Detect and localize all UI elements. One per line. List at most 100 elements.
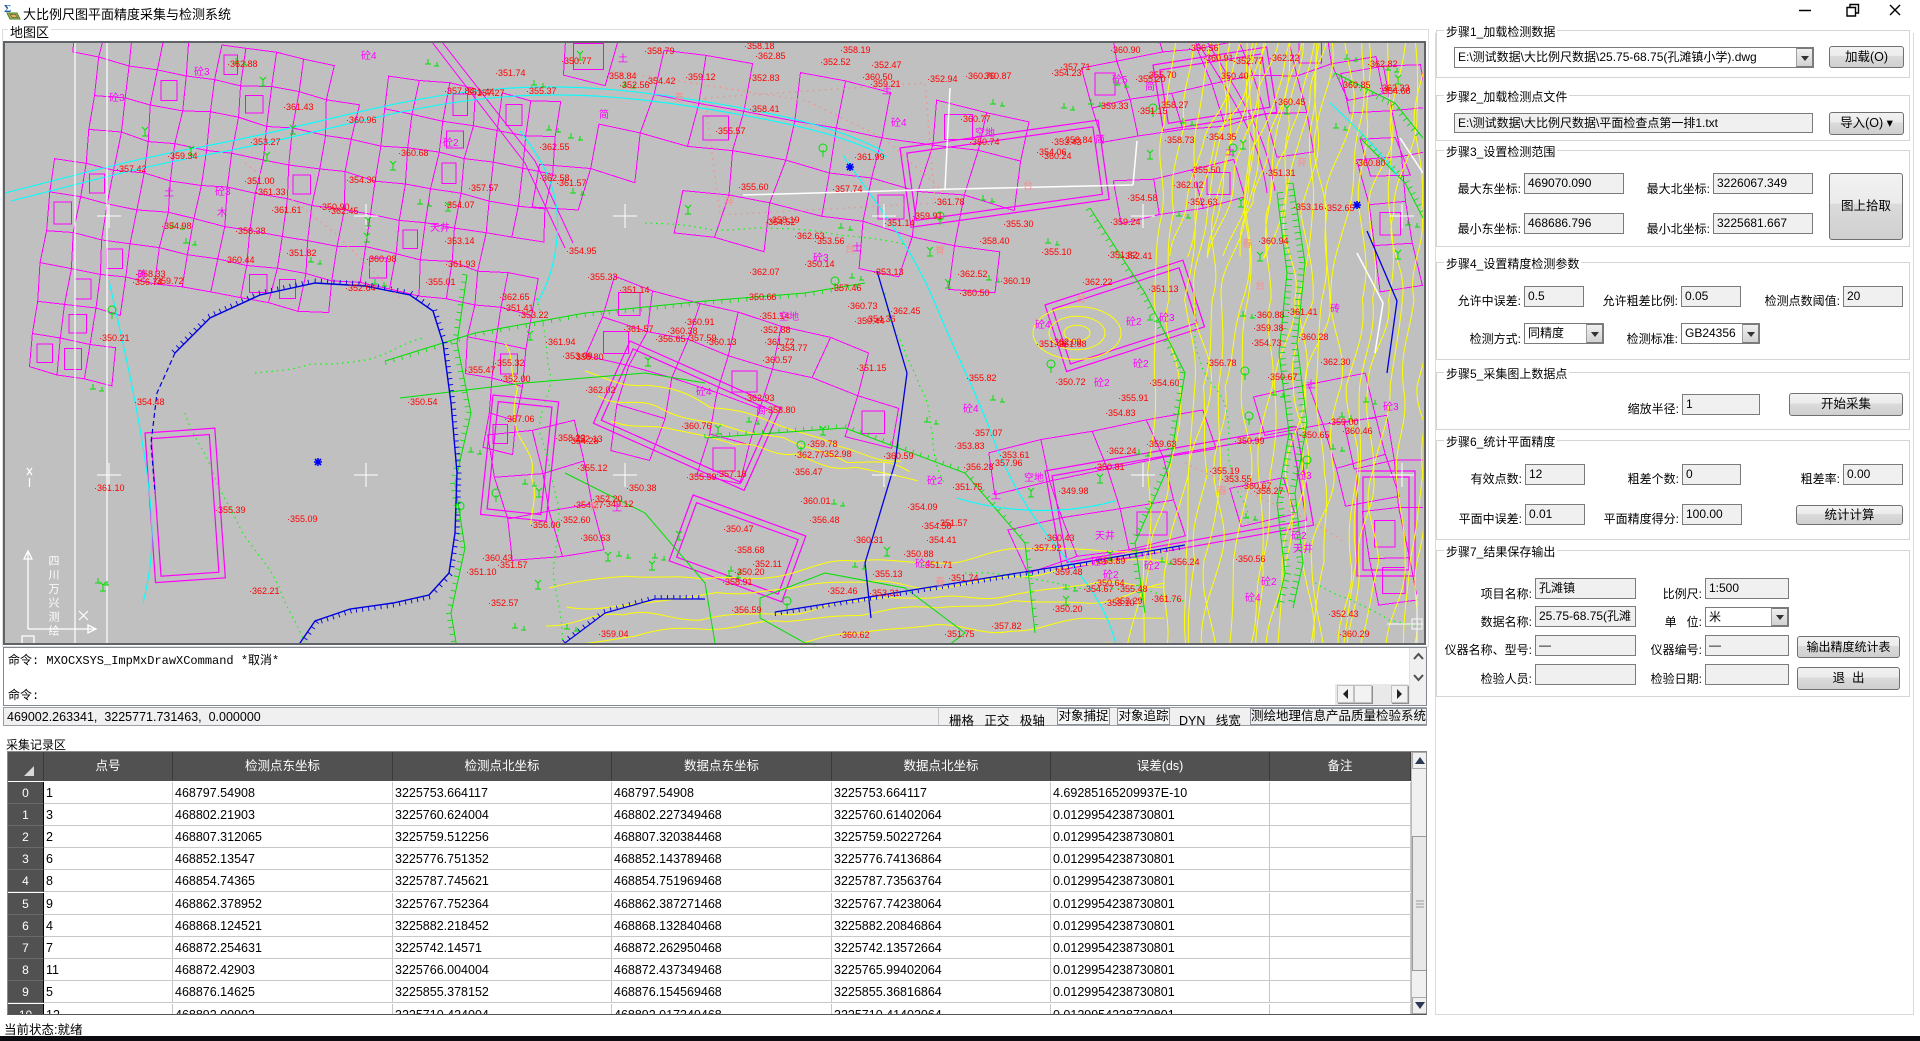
svg-text:砼3: 砼3	[1091, 555, 1107, 568]
svg-text:·350.99: ·350.99	[1234, 436, 1265, 446]
svg-text:·360.59: ·360.59	[883, 451, 914, 461]
svg-text:土: 土	[1306, 378, 1316, 391]
svg-text:·359.33: ·359.33	[1098, 101, 1129, 111]
svg-text:·360.29: ·360.29	[1339, 629, 1370, 639]
svg-text:·355.09: ·355.09	[287, 514, 318, 524]
svg-text:砼2: 砼2	[443, 136, 459, 149]
svg-text:·357.74: ·357.74	[832, 184, 863, 194]
svg-text:·359.48: ·359.48	[1052, 567, 1083, 577]
svg-text:·360.94: ·360.94	[1258, 236, 1289, 246]
svg-text:·350.54: ·350.54	[407, 397, 438, 407]
svg-text:·350.65: ·350.65	[1299, 430, 1330, 440]
svg-text:砼3: 砼3	[1159, 311, 1175, 324]
svg-text:·360.45: ·360.45	[1275, 97, 1306, 107]
svg-text:·355.48: ·355.48	[1117, 584, 1148, 594]
svg-text:·352.47: ·352.47	[871, 60, 902, 70]
svg-text:·355.33: ·355.33	[587, 272, 618, 282]
svg-text:·350.47: ·350.47	[723, 524, 754, 534]
svg-text:砼2: 砼2	[1291, 529, 1307, 542]
svg-text:·356.59: ·356.59	[731, 605, 762, 615]
svg-text:·362.77: ·362.77	[794, 450, 825, 460]
svg-text:土: 土	[991, 489, 1001, 502]
svg-text:空地: 空地	[779, 310, 799, 323]
svg-text:简: 简	[756, 404, 766, 417]
svg-text:砼4: 砼4	[361, 49, 377, 62]
svg-text:砼2: 砼2	[1094, 376, 1110, 389]
svg-text:木: 木	[217, 207, 227, 219]
svg-text:·360.90: ·360.90	[1110, 45, 1141, 55]
svg-text:·361.93: ·361.93	[445, 259, 476, 269]
svg-text:·361.99: ·361.99	[854, 152, 885, 162]
svg-text:四川万兴测绘: 四川万兴测绘	[47, 555, 60, 639]
svg-text:·361.33: ·361.33	[255, 187, 286, 197]
svg-text:·356.78: ·356.78	[1206, 358, 1237, 368]
svg-text:·351.15: ·351.15	[856, 363, 887, 373]
svg-text:·355.19: ·355.19	[1209, 466, 1240, 476]
svg-text:·360.77: ·360.77	[960, 114, 991, 124]
svg-text:·353.31: ·353.31	[869, 588, 900, 598]
svg-text:砼4: 砼4	[1245, 591, 1261, 604]
svg-text:·360.80: ·360.80	[1355, 158, 1386, 168]
svg-text:·360.70: ·360.70	[965, 71, 996, 81]
svg-text:·358.80: ·358.80	[573, 352, 604, 362]
svg-text:·362.02: ·362.02	[1173, 180, 1204, 190]
svg-text:·361.76: ·361.76	[1151, 594, 1182, 604]
svg-text:·360.19: ·360.19	[1000, 276, 1031, 286]
svg-text:·356.47: ·356.47	[792, 467, 823, 477]
svg-text:·351.10: ·351.10	[466, 567, 497, 577]
svg-text:·358.68: ·358.68	[734, 545, 765, 555]
svg-text:·352.56: ·352.56	[619, 80, 650, 90]
svg-text:弃: 弃	[1297, 156, 1307, 169]
svg-text:·360.73: ·360.73	[847, 301, 878, 311]
svg-text:·361.61: ·361.61	[271, 205, 302, 215]
svg-text:·355.60: ·355.60	[738, 182, 769, 192]
svg-text:·360.57: ·360.57	[762, 355, 793, 365]
svg-text:天井: 天井	[1293, 542, 1313, 555]
svg-text:·354.58: ·354.58	[1127, 193, 1158, 203]
svg-text:·361.94: ·361.94	[545, 337, 576, 347]
svg-text:·362.22: ·362.22	[1082, 277, 1113, 287]
svg-text:·359.72: ·359.72	[153, 276, 184, 286]
svg-text:·358.80: ·358.80	[765, 405, 796, 415]
svg-text:·360.44: ·360.44	[224, 255, 255, 265]
svg-text:·360.91: ·360.91	[1203, 53, 1234, 63]
svg-text:·356.65: ·356.65	[655, 334, 686, 344]
svg-text:·355.30: ·355.30	[1003, 219, 1034, 229]
svg-text:·360.91: ·360.91	[684, 317, 715, 327]
svg-text:砼2: 砼2	[1261, 575, 1277, 588]
svg-text:·358.22: ·358.22	[555, 433, 586, 443]
svg-text:砼3: 砼3	[813, 251, 829, 264]
svg-text:·352.46: ·352.46	[827, 586, 858, 596]
svg-text:·362.85: ·362.85	[755, 51, 786, 61]
svg-text:·357.46: ·357.46	[831, 283, 862, 293]
svg-text:砼3: 砼3	[194, 65, 210, 78]
svg-text:·360.62: ·360.62	[839, 630, 870, 640]
svg-text:·355.57: ·355.57	[715, 126, 746, 136]
svg-text:砼2: 砼2	[1133, 357, 1149, 370]
svg-text:·354.35: ·354.35	[1206, 132, 1237, 142]
svg-text:·355.13: ·355.13	[872, 569, 903, 579]
svg-text:·351.75: ·351.75	[944, 629, 975, 639]
svg-text:·358.41: ·358.41	[749, 104, 780, 114]
svg-text:·360.13: ·360.13	[706, 337, 737, 347]
svg-text:·358.38: ·358.38	[235, 226, 266, 236]
svg-text:春: 春	[935, 576, 945, 588]
svg-text:·360.46: ·360.46	[1342, 426, 1373, 436]
svg-text:·362.93: ·362.93	[744, 393, 775, 403]
svg-text:·357.92: ·357.92	[1031, 543, 1062, 553]
svg-text:·351.14: ·351.14	[884, 218, 915, 228]
svg-text:·353.43: ·353.43	[1051, 137, 1082, 147]
svg-text:砼3: 砼3	[109, 91, 125, 104]
svg-text:·359.04: ·359.04	[598, 629, 629, 639]
svg-text:·360.96: ·360.96	[346, 115, 377, 125]
svg-text:砼3: 砼3	[1296, 469, 1312, 482]
svg-text:·357.06: ·357.06	[504, 414, 535, 424]
svg-text:砼3: 砼3	[215, 185, 231, 198]
svg-text:·354.48: ·354.48	[134, 397, 165, 407]
svg-text:·354.60: ·354.60	[1149, 378, 1180, 388]
svg-text:·352.63: ·352.63	[1187, 197, 1218, 207]
svg-text:·351.15: ·351.15	[1137, 106, 1168, 116]
svg-text:·355.47: ·355.47	[465, 365, 496, 375]
svg-text:·352.57: ·352.57	[488, 598, 519, 608]
svg-text:砼4: 砼4	[1035, 318, 1051, 331]
